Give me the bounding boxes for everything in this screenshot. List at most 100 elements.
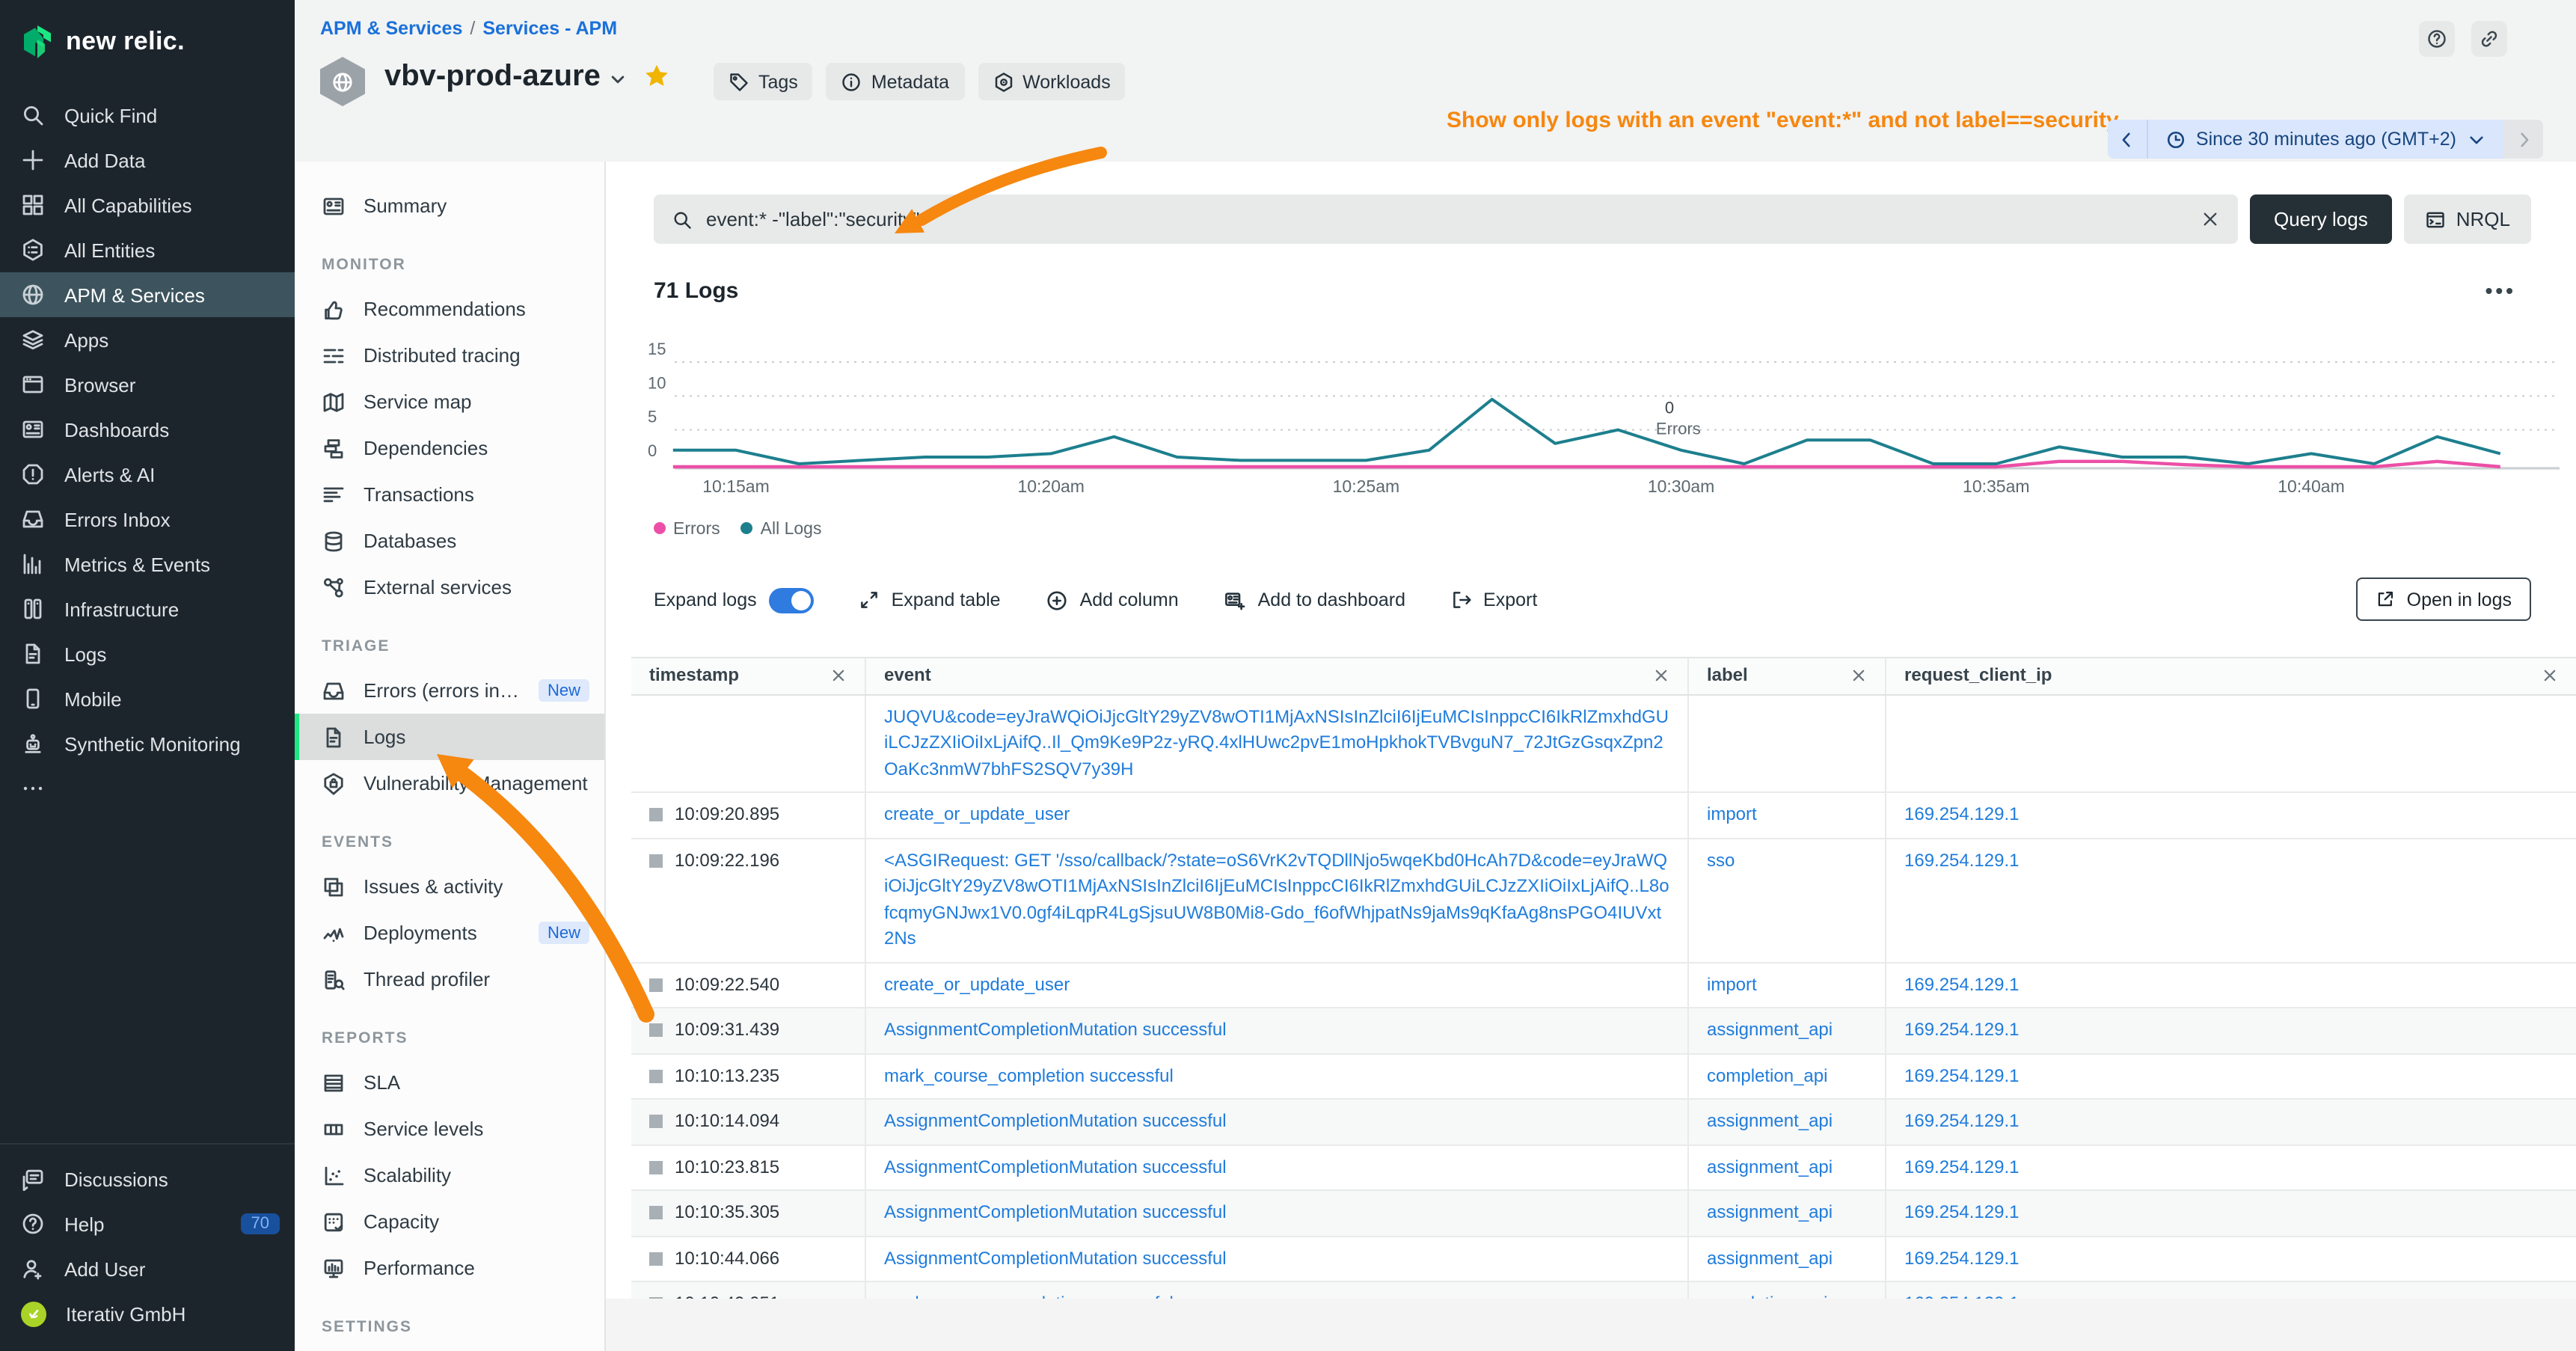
subnav-item-dependencies[interactable]: Dependencies: [295, 425, 604, 471]
entity-title[interactable]: vbv-prod-azure: [384, 60, 628, 94]
log-event-link[interactable]: AssignmentCompletionMutation successful: [884, 1200, 1227, 1226]
log-row[interactable]: 10:10:35.305AssignmentCompletionMutation…: [631, 1191, 2576, 1237]
row-select-checkbox[interactable]: [649, 978, 663, 991]
sidebar-item-metrics-events[interactable]: Metrics & Events: [0, 542, 295, 586]
sidebar-item-dashboards[interactable]: Dashboards: [0, 407, 295, 452]
sidebar-footer-help[interactable]: Help70: [0, 1201, 295, 1246]
expand-table-button[interactable]: Expand table: [859, 589, 1001, 610]
log-event-link[interactable]: <ASGIRequest: GET '/sso/callback/?state=…: [884, 848, 1669, 952]
sidebar-item-logs[interactable]: Logs: [0, 631, 295, 676]
row-select-checkbox[interactable]: [649, 1023, 663, 1037]
log-label-link[interactable]: sso: [1707, 848, 1735, 874]
sidebar-item-browser[interactable]: Browser: [0, 362, 295, 407]
subnav-item-scalability[interactable]: Scalability: [295, 1152, 604, 1198]
log-event-link[interactable]: mark_course_completion successful: [884, 1063, 1174, 1089]
row-select-checkbox[interactable]: [649, 1206, 663, 1219]
log-ip-link[interactable]: 169.254.129.1: [1904, 1109, 2020, 1135]
log-label-link[interactable]: assignment_api: [1707, 1109, 1833, 1135]
log-row[interactable]: 10:10:44.066AssignmentCompletionMutation…: [631, 1237, 2576, 1282]
subnav-item-performance[interactable]: Performance: [295, 1245, 604, 1291]
favorite-star-icon[interactable]: [643, 63, 670, 90]
log-event-link[interactable]: JUQVU&code=eyJraWQiOiJjcGltY29yZV8wOTI1M…: [884, 704, 1669, 782]
sidebar-item-all-capabilities[interactable]: All Capabilities: [0, 183, 295, 227]
subnav-item-summary[interactable]: Summary: [295, 183, 604, 229]
clear-query-icon[interactable]: [2201, 209, 2220, 229]
toggle-on-icon[interactable]: [769, 587, 814, 613]
logs-timeseries-chart[interactable]: 05101510:15am10:20am10:25am10:30am10:35a…: [636, 314, 2566, 509]
log-label-link[interactable]: import: [1707, 802, 1757, 828]
log-row[interactable]: 10:10:23.815AssignmentCompletionMutation…: [631, 1145, 2576, 1191]
log-ip-link[interactable]: 169.254.129.1: [1904, 1063, 2020, 1089]
log-label-link[interactable]: import: [1707, 972, 1757, 998]
subnav-item-service-levels[interactable]: Service levels: [295, 1106, 604, 1152]
sidebar-item-apm-services[interactable]: APM & Services: [0, 272, 295, 317]
sidebar-item-mobile[interactable]: Mobile: [0, 676, 295, 721]
subnav-item-capacity[interactable]: Capacity: [295, 1198, 604, 1245]
column-header-timestamp[interactable]: timestamp: [631, 658, 865, 693]
sidebar-item-errors-inbox[interactable]: Errors Inbox: [0, 497, 295, 542]
sidebar-item-add-data[interactable]: Add Data: [0, 138, 295, 183]
panel-menu-button[interactable]: •••: [2485, 278, 2516, 302]
log-label-link[interactable]: assignment_api: [1707, 1200, 1833, 1226]
log-event-link[interactable]: create_or_update_user: [884, 972, 1070, 998]
log-event-link[interactable]: AssignmentCompletionMutation successful: [884, 1109, 1227, 1135]
export-button[interactable]: Export: [1450, 589, 1537, 610]
legend-errors[interactable]: Errors: [654, 521, 720, 539]
log-event-link[interactable]: AssignmentCompletionMutation successful: [884, 1017, 1227, 1044]
breadcrumb-services-apm[interactable]: Services - APM: [482, 18, 617, 39]
log-ip-link[interactable]: 169.254.129.1: [1904, 1017, 2020, 1044]
log-label-link[interactable]: assignment_api: [1707, 1154, 1833, 1180]
expand-logs-toggle[interactable]: Expand logs: [654, 587, 814, 613]
metadata-button[interactable]: Metadata: [827, 63, 964, 100]
subnav-item-issues-activity[interactable]: Issues & activity: [295, 863, 604, 910]
subnav-item-distributed-tracing[interactable]: Distributed tracing: [295, 332, 604, 379]
subnav-item-sla[interactable]: SLA: [295, 1059, 604, 1106]
subnav-item-transactions[interactable]: Transactions: [295, 471, 604, 518]
sidebar-item-infrastructure[interactable]: Infrastructure: [0, 586, 295, 631]
sidebar-item-quick-find[interactable]: Quick Find: [0, 93, 295, 138]
sidebar-item-all-entities[interactable]: All Entities: [0, 227, 295, 272]
log-row[interactable]: 10:10:13.235mark_course_completion succe…: [631, 1054, 2576, 1100]
add-to-dashboard-button[interactable]: Add to dashboard: [1224, 589, 1405, 611]
workloads-button[interactable]: Workloads: [978, 63, 1126, 100]
time-range-button[interactable]: Since 30 minutes ago (GMT+2): [2148, 120, 2504, 159]
log-row[interactable]: JUQVU&code=eyJraWQiOiJjcGltY29yZV8wOTI1M…: [631, 695, 2576, 793]
legend-all-logs[interactable]: All Logs: [741, 521, 822, 539]
column-header-event[interactable]: event: [865, 658, 1687, 693]
subnav-item-service-map[interactable]: Service map: [295, 379, 604, 425]
time-forward-button[interactable]: [2504, 120, 2543, 159]
subnav-item-recommendations[interactable]: Recommendations: [295, 286, 604, 332]
query-logs-button[interactable]: Query logs: [2250, 194, 2392, 244]
sidebar-footer-iterativ-gmbh[interactable]: Iterativ GmbH: [0, 1291, 295, 1336]
subnav-item-logs[interactable]: Logs: [295, 714, 604, 760]
sidebar-item-synthetic-monitoring[interactable]: Synthetic Monitoring: [0, 721, 295, 766]
remove-column-icon[interactable]: [1850, 668, 1867, 684]
log-label-link[interactable]: completion_api: [1707, 1063, 1827, 1089]
subnav-item-databases[interactable]: Databases: [295, 518, 604, 564]
column-header-label[interactable]: label: [1687, 658, 1885, 693]
help-button[interactable]: [2419, 21, 2455, 57]
row-select-checkbox[interactable]: [649, 1252, 663, 1265]
sidebar-item-more[interactable]: [0, 766, 295, 811]
open-in-logs-button[interactable]: Open in logs: [2356, 578, 2531, 621]
log-row[interactable]: 10:09:22.196<ASGIRequest: GET '/sso/call…: [631, 839, 2576, 963]
new-relic-logo[interactable]: new relic.: [0, 0, 295, 93]
log-ip-link[interactable]: 169.254.129.1: [1904, 1246, 2020, 1272]
subnav-item-errors-errors-inb[interactable]: Errors (errors inb...New: [295, 667, 604, 714]
column-header-request_client_ip[interactable]: request_client_ip: [1885, 658, 2576, 693]
log-row[interactable]: 10:09:22.540create_or_update_userimport1…: [631, 963, 2576, 1008]
add-column-button[interactable]: Add column: [1046, 589, 1179, 611]
log-ip-link[interactable]: 169.254.129.1: [1904, 972, 2020, 998]
log-event-link[interactable]: AssignmentCompletionMutation successful: [884, 1246, 1227, 1272]
log-row[interactable]: 10:10:14.094AssignmentCompletionMutation…: [631, 1100, 2576, 1145]
row-select-checkbox[interactable]: [649, 1160, 663, 1174]
row-select-checkbox[interactable]: [649, 854, 663, 867]
sidebar-item-alerts-ai[interactable]: Alerts & AI: [0, 452, 295, 497]
log-row[interactable]: 10:09:31.439AssignmentCompletionMutation…: [631, 1008, 2576, 1054]
copy-link-button[interactable]: [2471, 21, 2507, 57]
remove-column-icon[interactable]: [830, 668, 847, 684]
time-back-button[interactable]: [2108, 120, 2148, 159]
log-ip-link[interactable]: 169.254.129.1: [1904, 802, 2020, 828]
subnav-item-external-services[interactable]: External services: [295, 564, 604, 610]
log-ip-link[interactable]: 169.254.129.1: [1904, 848, 2020, 874]
